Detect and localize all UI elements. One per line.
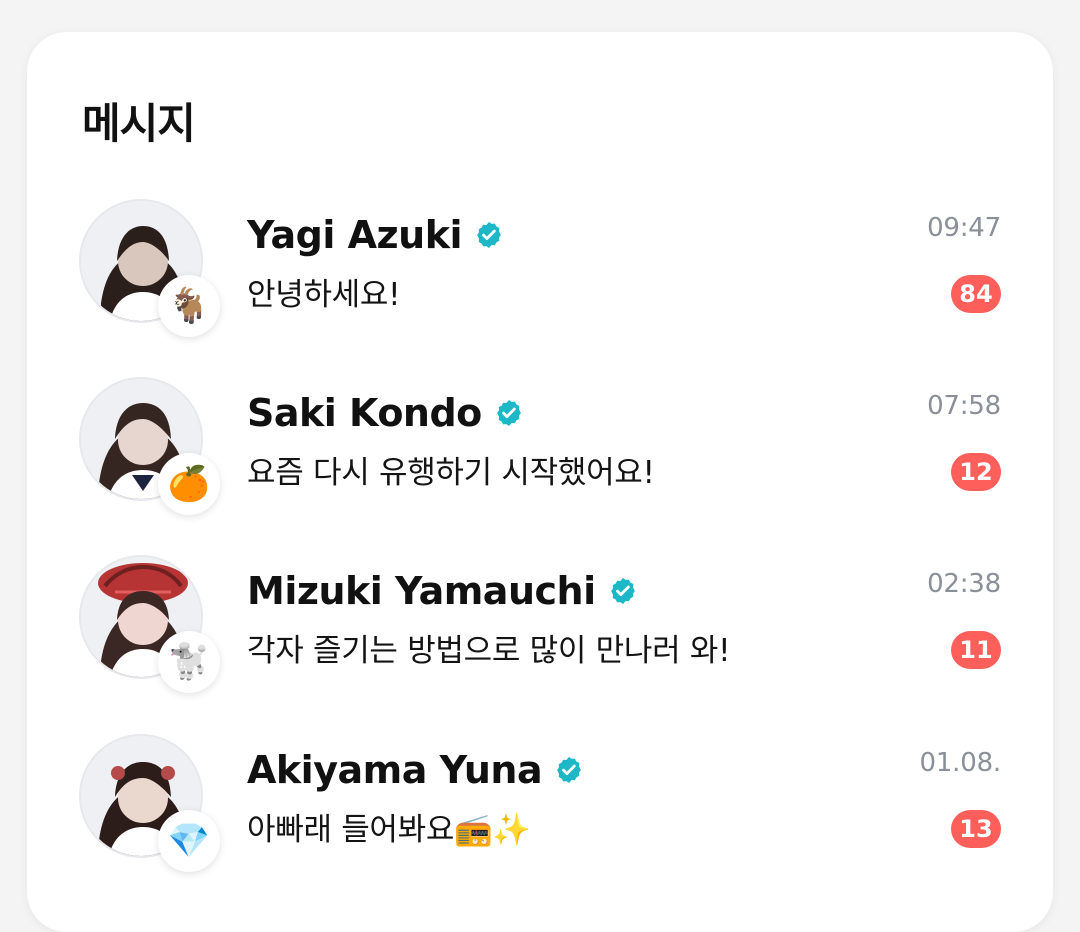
unread-count-badge: 84 <box>951 275 1001 313</box>
message-preview: 안녕하세요! <box>247 277 401 313</box>
chat-list-item[interactable]: 💎 Akiyama Yuna 아빠래 들어봐요📻✨ 01.08. 13 <box>27 734 1053 884</box>
message-preview: 각자 즐기는 방법으로 많이 만나러 와! <box>247 633 731 669</box>
emoji-badge: 🍊 <box>158 453 220 515</box>
contact-name[interactable]: Akiyama Yuna <box>247 748 543 792</box>
chat-list-item[interactable]: 🐐 Yagi Azuki 안녕하세요! 09:47 84 <box>27 199 1053 349</box>
page-title: 메시지 <box>82 99 196 148</box>
name-row: Yagi Azuki <box>247 213 504 257</box>
name-row: Mizuki Yamauchi <box>247 569 638 613</box>
emoji-badge: 🐩 <box>158 631 220 693</box>
timestamp: 09:47 <box>927 213 1001 243</box>
timestamp: 02:38 <box>927 569 1001 599</box>
contact-name[interactable]: Saki Kondo <box>247 391 482 435</box>
emoji-badge: 💎 <box>158 810 220 872</box>
message-preview: 아빠래 들어봐요📻✨ <box>247 812 531 848</box>
emoji-badge: 🐐 <box>158 275 220 337</box>
chat-list-item[interactable]: 🐩 Mizuki Yamauchi 각자 즐기는 방법으로 많이 만나러 와! … <box>27 555 1053 705</box>
verified-badge-icon <box>557 757 581 783</box>
unread-count-badge: 13 <box>951 810 1001 848</box>
verified-badge-icon <box>477 222 501 248</box>
name-row: Saki Kondo <box>247 391 524 435</box>
unread-count-badge: 12 <box>951 453 1001 491</box>
verified-badge-icon <box>496 400 521 426</box>
timestamp: 01.08. <box>919 748 1002 778</box>
name-row: Akiyama Yuna <box>247 748 584 792</box>
timestamp: 07:58 <box>927 391 1001 421</box>
message-preview: 요즘 다시 유행하기 시작했어요! <box>247 455 655 491</box>
contact-name[interactable]: Yagi Azuki <box>247 213 463 257</box>
unread-count-badge: 11 <box>951 631 1001 669</box>
messages-card: 메시지 🐐 Yagi Azuki 안녕하세요! 09:47 84 🍊 Saki … <box>27 32 1053 932</box>
contact-name[interactable]: Mizuki Yamauchi <box>247 569 596 613</box>
chat-list-item[interactable]: 🍊 Saki Kondo 요즘 다시 유행하기 시작했어요! 07:58 12 <box>27 377 1053 527</box>
verified-badge-icon <box>610 578 635 604</box>
